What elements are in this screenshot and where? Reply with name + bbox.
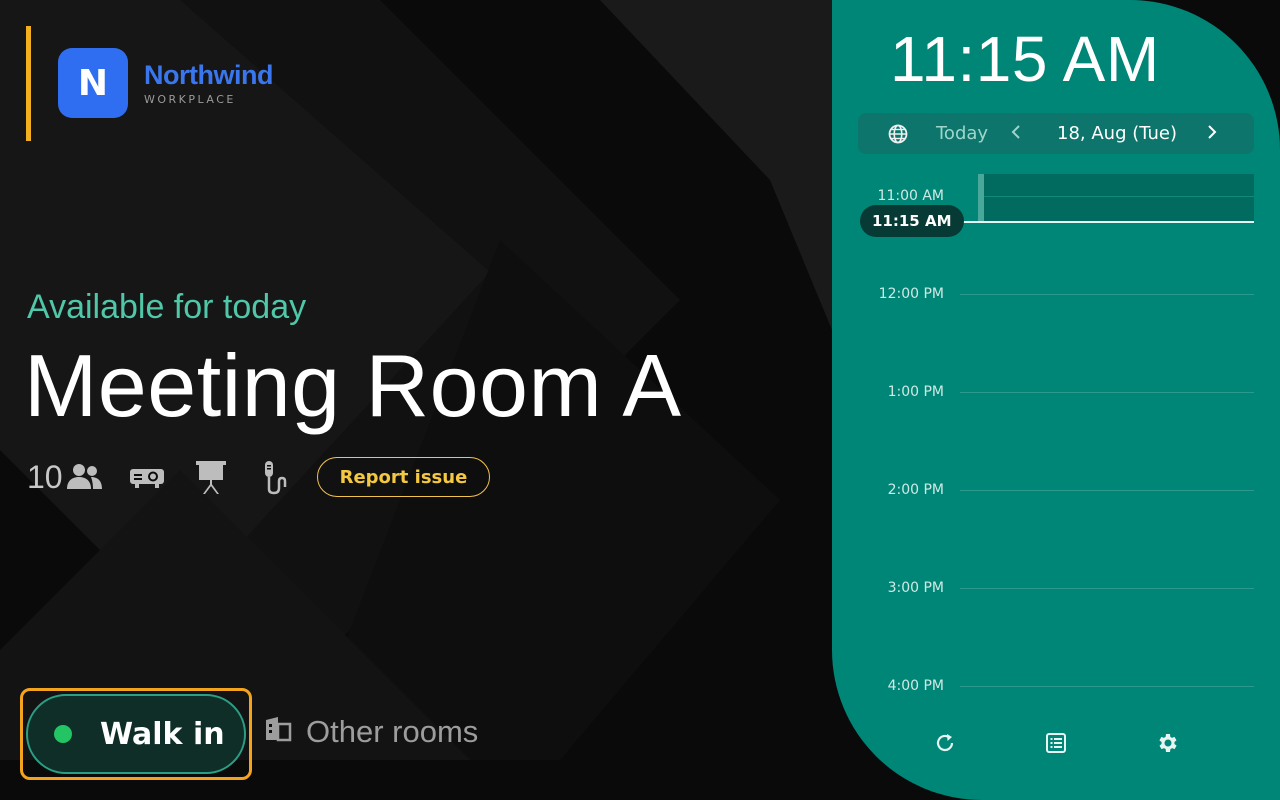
hour-label: 4:00 PM (887, 678, 944, 694)
brand-subtitle: WORKPLACE (144, 93, 236, 106)
current-time-line (952, 221, 1254, 223)
chevron-left-icon[interactable] (1010, 122, 1022, 147)
walk-in-button[interactable]: Walk in (26, 694, 246, 774)
hour-label: 12:00 PM (878, 286, 944, 302)
globe-icon[interactable] (888, 124, 908, 148)
availability-status: Available for today (27, 288, 307, 326)
hour-label: 3:00 PM (887, 580, 944, 596)
brand-name: Northwind (144, 60, 273, 90)
microphone-icon (261, 459, 289, 495)
logo-mark: N (58, 48, 128, 118)
walk-in-label: Walk in (100, 716, 225, 752)
brand-logo: N Northwind WORKPLACE (58, 48, 273, 118)
refresh-icon[interactable] (932, 730, 958, 756)
logo-accent-bar (26, 26, 31, 141)
selected-date: 18, Aug (Tue) (1057, 123, 1178, 144)
hour-line (960, 294, 1254, 295)
hour-label: 1:00 PM (887, 384, 944, 400)
half-hour-line (984, 196, 1254, 197)
hour-line (960, 686, 1254, 687)
presentation-board-icon (195, 459, 227, 495)
report-issue-button[interactable]: Report issue (316, 457, 491, 497)
list-icon[interactable] (1043, 730, 1069, 756)
booked-slot[interactable] (978, 174, 1254, 222)
date-navigator: Today 18, Aug (Tue) (858, 113, 1254, 154)
hour-line (960, 490, 1254, 491)
other-rooms-button[interactable]: Other rooms (264, 714, 478, 750)
building-icon (264, 714, 292, 750)
chevron-right-icon[interactable] (1206, 122, 1218, 147)
other-rooms-label: Other rooms (306, 714, 479, 749)
hour-line (960, 588, 1254, 589)
booked-slot-edge (978, 174, 984, 222)
hour-label: 11:00 AM (877, 188, 944, 204)
current-time: 11:15 AM (890, 23, 1160, 95)
people-icon (66, 463, 103, 491)
amenities-row: 10 Report issue (27, 456, 491, 498)
current-time-marker: 11:15 AM (860, 205, 964, 237)
projector-icon (129, 464, 165, 490)
hour-line (960, 392, 1254, 393)
hour-label: 2:00 PM (887, 482, 944, 498)
settings-icon[interactable] (1154, 730, 1180, 756)
available-dot-icon (54, 725, 72, 743)
room-name: Meeting Room A (24, 336, 682, 435)
today-button[interactable]: Today (936, 123, 988, 144)
schedule-panel: 11:15 AM Today 18, Aug (Tue) 11:00 AM 12… (832, 0, 1280, 800)
capacity-count: 10 (27, 458, 63, 495)
